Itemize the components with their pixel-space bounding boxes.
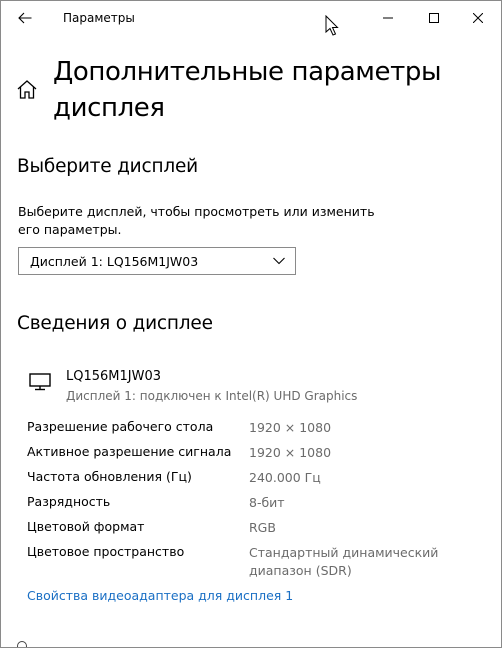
info-value: 240.000 Гц (249, 470, 321, 485)
info-value: 8-бит (249, 495, 285, 510)
title-bar: Параметры (1, 1, 501, 35)
info-value: RGB (249, 520, 276, 535)
chevron-down-icon (273, 257, 285, 265)
info-label: Цветовое пространство (27, 544, 185, 559)
display-name: LQ156M1JW03 (66, 369, 162, 384)
minimize-icon (383, 17, 393, 19)
back-button[interactable] (11, 5, 39, 31)
info-label: Разрешение рабочего стола (27, 419, 214, 434)
info-value: 1920 × 1080 (249, 445, 332, 460)
display-info-heading: Сведения о дисплее (17, 313, 213, 334)
display-adapter-properties-link[interactable]: Свойства видеоадаптера для дисплея 1 (27, 588, 293, 603)
info-label: Активное разрешение сигнала (27, 444, 232, 459)
back-arrow-icon (18, 12, 32, 24)
close-button[interactable] (455, 1, 501, 35)
home-icon (17, 80, 37, 99)
maximize-button[interactable] (411, 1, 457, 35)
page-title: Дополнительные параметры дисплея (53, 57, 442, 123)
settings-window: Параметры Дополнительные параметры диспл… (0, 0, 502, 648)
dropdown-selected-value: Дисплей 1: LQ156M1JW03 (30, 254, 199, 269)
maximize-icon (429, 13, 439, 23)
info-value: Стандартный динамический диапазон (SDR) (249, 545, 439, 578)
partial-icon (17, 641, 27, 647)
info-label: Разрядность (27, 494, 111, 509)
close-icon (473, 13, 483, 23)
info-value: 1920 × 1080 (249, 420, 332, 435)
app-title: Параметры (63, 11, 135, 25)
minimize-button[interactable] (365, 1, 411, 35)
display-select-dropdown[interactable]: Дисплей 1: LQ156M1JW03 (18, 247, 296, 275)
monitor-icon (29, 373, 51, 391)
home-button[interactable] (16, 79, 38, 101)
mouse-cursor-icon (325, 15, 339, 36)
select-display-description: Выберите дисплей, чтобы просмотреть или … (18, 204, 375, 237)
select-display-heading: Выберите дисплей (17, 156, 199, 177)
info-label: Частота обновления (Гц) (27, 469, 192, 484)
info-label: Цветовой формат (27, 519, 145, 534)
display-connection-text: Дисплей 1: подключен к Intel(R) UHD Grap… (66, 389, 358, 403)
